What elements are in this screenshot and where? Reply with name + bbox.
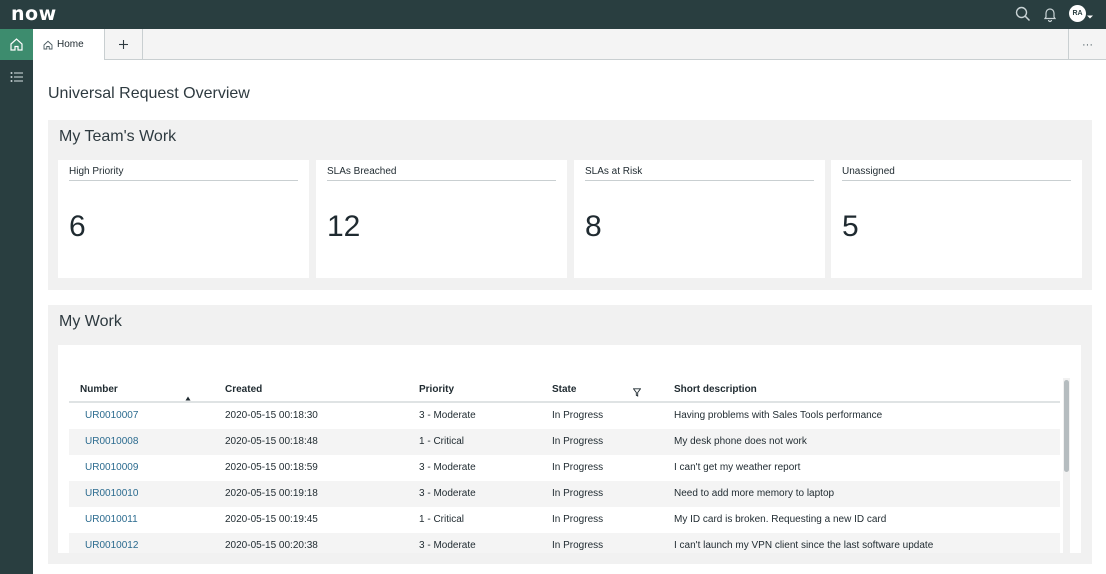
request-number-link[interactable]: UR0010009: [85, 462, 138, 473]
metric-value: 6: [69, 210, 86, 243]
table-row[interactable]: UR0010008 2020-05-15 00:18:48 1 - Critic…: [69, 429, 1060, 455]
state-cell: In Progress: [552, 436, 604, 447]
created-cell: 2020-05-15 00:20:38: [225, 540, 318, 551]
column-header-priority[interactable]: Priority: [419, 384, 454, 395]
description-cell: Need to add more memory to laptop: [674, 488, 835, 499]
metric-label: High Priority: [69, 166, 298, 181]
created-cell: 2020-05-15 00:18:48: [225, 436, 318, 447]
state-cell: In Progress: [552, 514, 604, 525]
user-avatar[interactable]: RA: [1069, 5, 1086, 22]
vertical-scrollbar[interactable]: [1063, 378, 1070, 553]
search-icon[interactable]: [1014, 5, 1032, 23]
rail-home-button[interactable]: [0, 29, 33, 60]
request-number-link[interactable]: UR0010008: [85, 436, 138, 447]
description-cell: I can't get my weather report: [674, 462, 801, 473]
metric-card-high-priority[interactable]: High Priority 6: [58, 160, 309, 278]
table-row[interactable]: UR0010009 2020-05-15 00:18:59 3 - Modera…: [69, 455, 1060, 481]
created-cell: 2020-05-15 00:19:18: [225, 488, 318, 499]
servicenow-logo[interactable]: now: [11, 3, 57, 25]
metric-card-unassigned[interactable]: Unassigned 5: [831, 160, 1082, 278]
metric-value: 8: [585, 210, 602, 243]
bell-icon[interactable]: [1041, 5, 1059, 23]
request-number-link[interactable]: UR0010011: [85, 514, 138, 525]
created-cell: 2020-05-15 00:19:45: [225, 514, 318, 525]
filter-icon[interactable]: [632, 384, 642, 402]
rail-list-button[interactable]: [0, 65, 33, 89]
description-cell: My ID card is broken. Requesting a new I…: [674, 514, 887, 525]
description-cell: Having problems with Sales Tools perform…: [674, 410, 883, 421]
state-cell: In Progress: [552, 410, 604, 421]
column-header-state[interactable]: State: [552, 384, 576, 395]
my-work-title: My Work: [59, 313, 122, 330]
request-number-link[interactable]: UR0010007: [85, 410, 138, 421]
plus-icon: [119, 40, 128, 49]
top-header: now RA: [0, 0, 1106, 29]
table-row[interactable]: UR0010010 2020-05-15 00:19:18 3 - Modera…: [69, 481, 1060, 507]
home-icon: [10, 38, 23, 51]
tab-home[interactable]: Home: [33, 29, 105, 60]
description-cell: I can't launch my VPN client since the l…: [674, 540, 934, 551]
my-work-panel: My Work Number Created Priority State Sh…: [48, 305, 1092, 564]
add-tab-button[interactable]: [105, 29, 143, 60]
metric-value: 12: [327, 210, 361, 243]
column-header-number[interactable]: Number: [80, 384, 118, 395]
state-cell: In Progress: [552, 540, 604, 551]
priority-cell: 3 - Moderate: [419, 540, 476, 551]
priority-cell: 1 - Critical: [419, 436, 465, 447]
state-cell: In Progress: [552, 488, 604, 499]
state-cell: In Progress: [552, 462, 604, 473]
created-cell: 2020-05-15 00:18:30: [225, 410, 318, 421]
list-icon: [10, 72, 23, 82]
description-cell: My desk phone does not work: [674, 436, 807, 447]
column-header-created[interactable]: Created: [225, 384, 262, 395]
metric-label: SLAs Breached: [327, 166, 556, 181]
table-row[interactable]: UR0010007 2020-05-15 00:18:30 3 - Modera…: [69, 403, 1060, 429]
chevron-down-icon[interactable]: [1086, 8, 1094, 19]
work-list: Number Created Priority State Short desc…: [58, 345, 1081, 553]
metric-card-slas-breached[interactable]: SLAs Breached 12: [316, 160, 567, 278]
metric-label: SLAs at Risk: [585, 166, 814, 181]
home-icon: [43, 40, 53, 49]
priority-cell: 3 - Moderate: [419, 462, 476, 473]
more-icon[interactable]: ···: [1068, 29, 1106, 60]
request-number-link[interactable]: UR0010012: [85, 540, 138, 551]
table-header: Number Created Priority State Short desc…: [69, 380, 1060, 403]
priority-cell: 3 - Moderate: [419, 488, 476, 499]
left-navigation-rail: [0, 29, 33, 574]
column-header-short-description[interactable]: Short description: [674, 384, 757, 395]
metric-card-slas-at-risk[interactable]: SLAs at Risk 8: [574, 160, 825, 278]
created-cell: 2020-05-15 00:18:59: [225, 462, 318, 473]
metric-value: 5: [842, 210, 859, 243]
request-number-link[interactable]: UR0010010: [85, 488, 138, 499]
tab-strip: Home ···: [33, 29, 1106, 60]
page-title: Universal Request Overview: [48, 85, 250, 102]
priority-cell: 3 - Moderate: [419, 410, 476, 421]
scrollbar-thumb[interactable]: [1064, 380, 1069, 472]
team-work-title: My Team's Work: [59, 128, 177, 145]
table-row[interactable]: UR0010011 2020-05-15 00:19:45 1 - Critic…: [69, 507, 1060, 533]
metric-label: Unassigned: [842, 166, 1071, 181]
team-work-panel: My Team's Work High Priority 6 SLAs Brea…: [48, 120, 1092, 290]
tab-home-label: Home: [57, 39, 84, 50]
priority-cell: 1 - Critical: [419, 514, 465, 525]
table-row[interactable]: UR0010012 2020-05-15 00:20:38 3 - Modera…: [69, 533, 1060, 553]
